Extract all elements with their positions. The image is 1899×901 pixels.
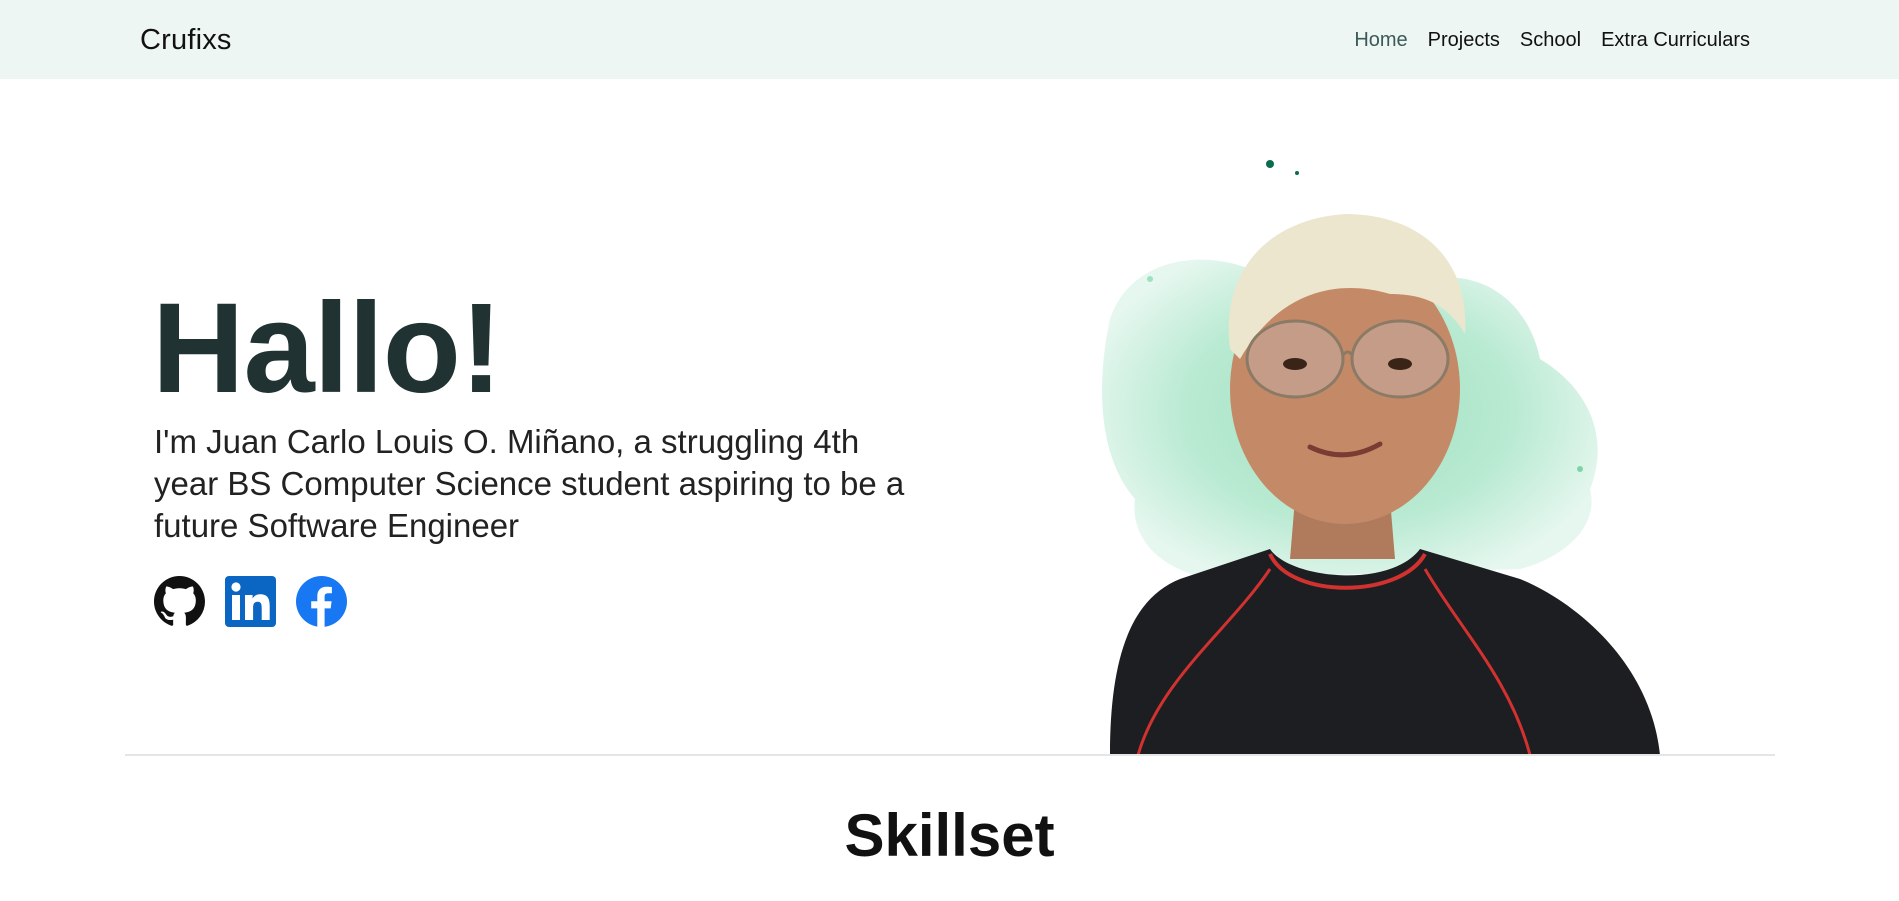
facebook-link[interactable] [296,576,347,627]
nav-link-home[interactable]: Home [1354,27,1407,53]
hero-subtitle: I'm Juan Carlo Louis O. Miñano, a strugg… [154,423,905,544]
skillset-heading: Skillset [844,802,1055,869]
nav-link-projects[interactable]: Projects [1428,27,1500,53]
navbar: Crufixs Home Projects School Extra Curri… [0,0,1899,79]
hero-section: Hallo! I'm Juan Carlo Louis O. Miñano, a… [0,79,1899,755]
nav-link-school[interactable]: School [1520,27,1581,53]
facebook-icon [296,576,347,627]
social-links [154,576,347,627]
github-icon [154,576,205,626]
github-link[interactable] [154,576,205,627]
profile-photo [1102,160,1660,755]
nav-link-extra-curriculars[interactable]: Extra Curriculars [1601,27,1750,53]
section-divider [125,754,1775,756]
nav-links: Home Projects School Extra Curriculars [1354,27,1750,53]
brand-logo[interactable]: Crufixs [140,22,232,58]
linkedin-icon [225,576,276,627]
linkedin-link[interactable] [225,576,276,627]
hero-title: Hallo! [152,277,503,420]
